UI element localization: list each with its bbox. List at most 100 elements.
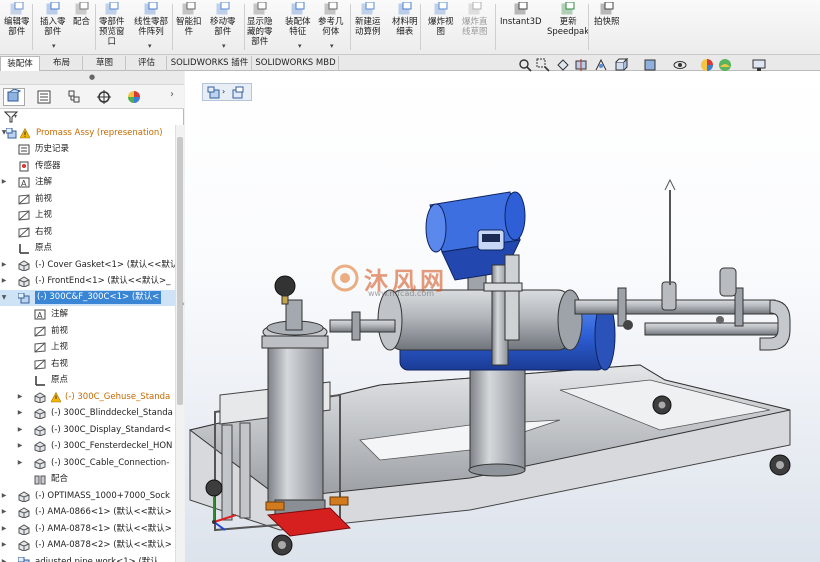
- expand-icon[interactable]: ▶: [16, 455, 24, 471]
- edit-component-button[interactable]: 编辑零 部件: [4, 2, 30, 37]
- view-orientation-icon[interactable]: [614, 57, 629, 72]
- instant3d-button[interactable]: Instant3D: [500, 2, 542, 27]
- tree-item[interactable]: ▶ (-) 300C_Blinddeckel_Standa: [0, 405, 175, 421]
- expand-icon[interactable]: ▶: [0, 504, 8, 520]
- dynamic-annotation-icon[interactable]: [594, 58, 608, 72]
- ribbon-separator: [32, 4, 33, 50]
- tree-item[interactable]: A 注解: [0, 306, 175, 322]
- bill-of-materials-button[interactable]: 材料明 细表: [392, 2, 418, 37]
- expand-icon[interactable]: ▶: [0, 488, 8, 504]
- assembly-features-caret[interactable]: ▾: [298, 42, 302, 50]
- tree-item[interactable]: 前视: [0, 323, 175, 339]
- ribbon-button-label: 装配体 特征: [285, 17, 311, 37]
- linear-pattern-caret[interactable]: ▾: [148, 42, 152, 50]
- tab-layout[interactable]: 布局: [41, 56, 83, 71]
- tab-solidworks-addins[interactable]: SOLIDWORKS 插件: [168, 56, 252, 71]
- expand-icon[interactable]: ▶: [0, 273, 8, 289]
- assembly-icon[interactable]: [230, 86, 246, 99]
- tree-item[interactable]: ▼ (-) 300C&F_300C<1> (默认<: [0, 289, 175, 306]
- tab-evaluate[interactable]: 评估: [127, 56, 167, 71]
- apply-scene-icon[interactable]: [718, 58, 732, 72]
- show-hidden-button[interactable]: 显示隐 藏的零 部件: [247, 2, 273, 47]
- expand-icon[interactable]: ▶: [16, 438, 24, 454]
- linear-pattern-button[interactable]: 线性零部 件阵列: [134, 2, 168, 37]
- assembly-model-render[interactable]: [185, 71, 820, 562]
- tree-item[interactable]: 前视: [0, 191, 175, 207]
- filter-dropdown-caret[interactable]: ▾: [14, 113, 17, 120]
- tree-item[interactable]: ▶ (-) 300C_Gehuse_Standa: [0, 389, 175, 405]
- edit-appearance-icon[interactable]: [700, 58, 714, 72]
- zoom-to-area-icon[interactable]: [536, 58, 550, 72]
- reference-geometry-caret[interactable]: ▾: [330, 42, 334, 50]
- tree-item[interactable]: 原点: [0, 240, 175, 256]
- section-view-icon[interactable]: [574, 58, 588, 72]
- tree-item[interactable]: 原点: [0, 372, 175, 388]
- expand-icon[interactable]: ▶: [0, 521, 8, 537]
- tree-item[interactable]: ▶ A 注解: [0, 174, 175, 190]
- collapse-icon[interactable]: ▼: [0, 290, 8, 306]
- graphics-viewport[interactable]: 沐风网 www.mfcad.com: [185, 71, 820, 562]
- move-component-caret[interactable]: ▾: [222, 42, 226, 50]
- assembly-icon[interactable]: [207, 86, 221, 99]
- tree-item[interactable]: 历史记录: [0, 141, 175, 157]
- expand-icon[interactable]: ▶: [0, 537, 8, 553]
- expand-icon[interactable]: ▶: [16, 422, 24, 438]
- expand-icon[interactable]: ▶: [0, 554, 8, 562]
- expand-icon[interactable]: ▶: [16, 405, 24, 421]
- tree-item[interactable]: ▶ (-) Cover Gasket<1> (默认<<默认: [0, 257, 175, 273]
- dimxpert-manager-tab[interactable]: [93, 88, 115, 106]
- insert-components-button[interactable]: 插入零 部件: [40, 2, 66, 37]
- plane-icon: [34, 342, 46, 353]
- mate-button[interactable]: 配合: [73, 2, 90, 27]
- exploded-view-button[interactable]: 爆炸视 图: [428, 2, 454, 37]
- panel-tabs-more-arrow[interactable]: ›: [170, 89, 174, 100]
- component-preview-button[interactable]: 零部件 预览窗 口: [99, 2, 125, 47]
- tree-item[interactable]: ▶ (-) 300C_Fensterdeckel_HON: [0, 438, 175, 454]
- tree-item[interactable]: 传感器: [0, 158, 175, 174]
- assembly-features-button[interactable]: 装配体 特征: [285, 2, 311, 37]
- tree-item[interactable]: ▶ (-) 300C_Cable_Connection-: [0, 455, 175, 471]
- tree-item[interactable]: ▶ (-) FrontEnd<1> (默认<<默认>_: [0, 273, 175, 289]
- tree-item[interactable]: 配合: [0, 471, 175, 487]
- expand-icon[interactable]: ▶: [16, 389, 24, 405]
- tree-item[interactable]: 上视: [0, 207, 175, 223]
- take-snapshot-button[interactable]: 拍快照: [594, 2, 620, 27]
- tree-item[interactable]: ▶ (-) AMA-0866<1> (默认<<默认>: [0, 504, 175, 520]
- smart-fastener-icon: [182, 2, 196, 15]
- feature-manager-tab[interactable]: [3, 88, 25, 106]
- hide-show-items-icon[interactable]: [673, 58, 687, 72]
- tree-item[interactable]: ▶ adjusted pipe work<1> (默认: [0, 554, 175, 562]
- panel-grip[interactable]: ●: [0, 71, 184, 85]
- tab-assembly[interactable]: 装配体: [0, 56, 40, 71]
- smart-fasteners-button[interactable]: 智能扣 件: [176, 2, 202, 37]
- previous-view-icon[interactable]: [556, 58, 570, 72]
- tree-item[interactable]: ▶ (-) 300C_Display_Standard<: [0, 422, 175, 438]
- configuration-manager-tab[interactable]: [63, 88, 85, 106]
- scrollbar-thumb[interactable]: [177, 137, 183, 405]
- zoom-to-fit-icon[interactable]: [518, 58, 532, 72]
- display-style-icon[interactable]: [643, 58, 657, 72]
- insert-components-caret[interactable]: ▾: [52, 42, 56, 50]
- plane-icon: [34, 325, 46, 337]
- tree-scrollbar[interactable]: [175, 125, 184, 562]
- update-speedpak-button[interactable]: 更新 Speedpak: [547, 2, 589, 37]
- new-motion-study-button[interactable]: 新建运 动算例: [355, 2, 381, 37]
- tab-sketch[interactable]: 草图: [84, 56, 126, 71]
- tree-item[interactable]: ▶ (-) AMA-0878<2> (默认<<默认>: [0, 537, 175, 553]
- display-manager-tab[interactable]: [123, 88, 145, 106]
- tree-root-item[interactable]: ▼ Promass Assy (represenation): [0, 125, 175, 141]
- tab-solidworks-mbd[interactable]: SOLIDWORKS MBD: [253, 56, 339, 71]
- expand-icon[interactable]: ▶: [0, 257, 8, 273]
- tree-item[interactable]: 右视: [0, 224, 175, 240]
- move-component-button[interactable]: 移动零 部件: [210, 2, 236, 37]
- explode-line-sketch-button[interactable]: 爆炸直 线草图: [462, 2, 488, 37]
- reference-geometry-button[interactable]: 参考几 何体: [318, 2, 344, 37]
- tree-item[interactable]: 右视: [0, 356, 175, 372]
- view-settings-icon[interactable]: [752, 58, 766, 72]
- tree-item[interactable]: ▶ (-) OPTIMASS_1000+7000_Sock: [0, 488, 175, 504]
- tree-item[interactable]: 上视: [0, 339, 175, 355]
- property-manager-tab[interactable]: [33, 88, 55, 106]
- breadcrumb-arrow[interactable]: ›: [222, 87, 225, 96]
- tree-item[interactable]: ▶ (-) AMA-0878<1> (默认<<默认>: [0, 521, 175, 537]
- expand-icon[interactable]: ▶: [0, 174, 8, 190]
